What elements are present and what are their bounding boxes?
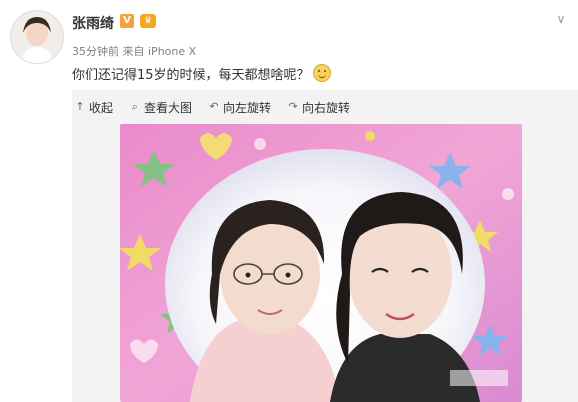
photo-illustration	[120, 124, 522, 402]
collapse-icon: ↑	[75, 100, 85, 113]
post-time[interactable]: 35分钟前	[72, 45, 119, 58]
rotate-right-label: 向右旋转	[302, 100, 351, 115]
rotate-left-icon: ↶	[209, 100, 219, 113]
rotate-right-icon: ↷	[288, 100, 298, 113]
source-prefix: 来自	[122, 45, 145, 58]
member-icon: ♛	[140, 14, 156, 28]
verified-icon: V	[120, 14, 134, 28]
chevron-down-icon[interactable]: ∨	[554, 13, 568, 25]
post-text-wrap: 你们还记得15岁的时候，每天都想啥呢？	[72, 64, 331, 83]
view-large-label: 查看大图	[144, 100, 193, 115]
media-panel: ↑ 收起 ⌕ 查看大图 ↶ 向左旋转 ↷ 向右旋转	[72, 90, 578, 402]
post-meta: 35分钟前 来自 iPhone X	[72, 43, 196, 59]
rotate-right-button[interactable]: ↷ 向右旋转	[287, 98, 350, 116]
media-toolbar: ↑ 收起 ⌕ 查看大图 ↶ 向左旋转 ↷ 向右旋转	[72, 98, 350, 116]
smile-emoji-icon	[312, 64, 331, 82]
search-icon: ⌕	[131, 100, 139, 113]
post-image[interactable]	[120, 124, 522, 402]
rotate-left-button[interactable]: ↶ 向左旋转	[208, 98, 271, 116]
post-text: 你们还记得15岁的时候，每天都想啥呢？	[72, 68, 310, 83]
weibo-post: 张雨绮 V ♛ 35分钟前 来自 iPhone X 你们还记得15岁的时候，每天…	[0, 0, 578, 402]
collapse-label: 收起	[89, 100, 114, 115]
collapse-button[interactable]: ↑ 收起	[74, 98, 113, 116]
post-source[interactable]: iPhone X	[148, 45, 196, 58]
rotate-left-label: 向左旋转	[223, 100, 272, 115]
author-name[interactable]: 张雨绮	[72, 13, 114, 33]
avatar[interactable]	[10, 10, 64, 64]
view-large-button[interactable]: ⌕ 查看大图	[129, 98, 192, 116]
